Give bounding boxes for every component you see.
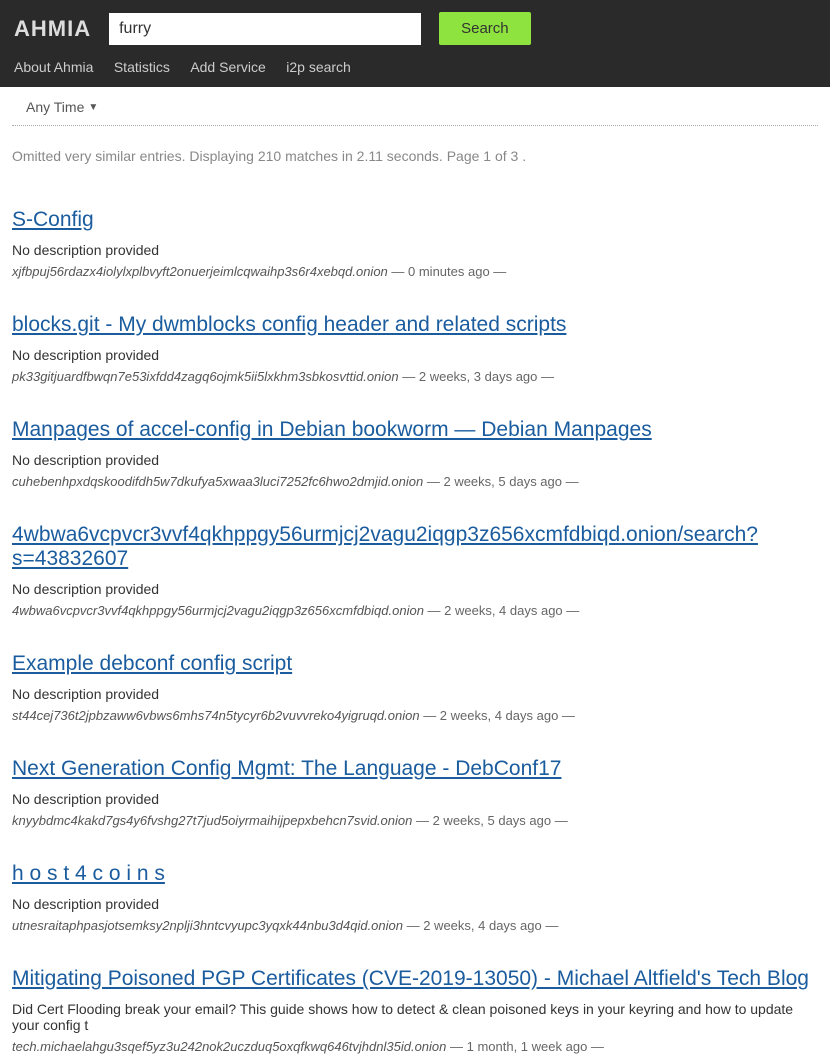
result-description: No description provided — [12, 347, 818, 363]
nav-add-service[interactable]: Add Service — [190, 59, 265, 75]
nav-i2p-search[interactable]: i2p search — [286, 59, 351, 75]
result-description: No description provided — [12, 242, 818, 258]
results-list: S-Config No description provided xjfbpuj56… — [0, 208, 830, 1054]
result-title-link[interactable]: blocks.git - My dwmblocks config header … — [12, 313, 566, 337]
header: AHMIA Search About Ahmia Statistics Add … — [0, 0, 830, 87]
time-filter[interactable]: Any Time ▼ — [26, 99, 98, 115]
result-url: cuhebenhpxdqskoodifdh5w7dkufya5xwaa3luci… — [12, 474, 423, 489]
result-meta: st44cej736t2jpbzaww6vbws6mhs74n5tycyr6b2… — [12, 708, 818, 723]
nav: About Ahmia Statistics Add Service i2p s… — [14, 59, 816, 77]
filter-bar: Any Time ▼ — [12, 87, 818, 126]
result-url: 4wbwa6vcpvcr3vvf4qkhppgy56urmjcj2vagu2iq… — [12, 603, 424, 618]
result-url: st44cej736t2jpbzaww6vbws6mhs74n5tycyr6b2… — [12, 708, 420, 723]
result-description: No description provided — [12, 896, 818, 912]
result-title-link[interactable]: S-Config — [12, 208, 94, 232]
result-url: utnesraitaphpasjotsemksy2nplji3hntcvyupc… — [12, 918, 403, 933]
result-item: Mitigating Poisoned PGP Certificates (CV… — [12, 967, 818, 1054]
header-top: AHMIA Search — [14, 12, 816, 45]
result-title-link[interactable]: Next Generation Config Mgmt: The Languag… — [12, 757, 561, 781]
result-title-link[interactable]: Example debconf config script — [12, 652, 292, 676]
caret-down-icon: ▼ — [88, 102, 98, 113]
result-meta: tech.michaelahgu3sqef5yz3u242nok2uczduq5… — [12, 1039, 818, 1054]
search-button[interactable]: Search — [439, 12, 531, 45]
result-description: Did Cert Flooding break your email? This… — [12, 1001, 818, 1033]
result-title-link[interactable]: h o s t 4 c o i n s — [12, 862, 165, 886]
result-item: Example debconf config script No descript… — [12, 652, 818, 723]
result-timestamp: — 2 weeks, 4 days ago — — [424, 603, 579, 618]
result-url: pk33gitjuardfbwqn7e53ixfdd4zagq6ojmk5ii5… — [12, 369, 399, 384]
nav-statistics[interactable]: Statistics — [114, 59, 170, 75]
status-text: Omitted very similar entries. Displaying… — [0, 126, 830, 174]
result-item: S-Config No description provided xjfbpuj56… — [12, 208, 818, 279]
result-description: No description provided — [12, 581, 818, 597]
result-meta: knyybdmc4kakd7gs4y6fvshg27t7jud5oiyrmaih… — [12, 813, 818, 828]
result-url: xjfbpuj56rdazx4iolylxplbvyft2onuerjeimlc… — [12, 264, 388, 279]
result-meta: xjfbpuj56rdazx4iolylxplbvyft2onuerjeimlc… — [12, 264, 818, 279]
result-url: knyybdmc4kakd7gs4y6fvshg27t7jud5oiyrmaih… — [12, 813, 412, 828]
result-item: Next Generation Config Mgmt: The Languag… — [12, 757, 818, 828]
result-title-link[interactable]: Mitigating Poisoned PGP Certificates (CV… — [12, 967, 809, 991]
result-timestamp: — 2 weeks, 5 days ago — — [412, 813, 567, 828]
result-meta: cuhebenhpxdqskoodifdh5w7dkufya5xwaa3luci… — [12, 474, 818, 489]
result-meta: pk33gitjuardfbwqn7e53ixfdd4zagq6ojmk5ii5… — [12, 369, 818, 384]
result-item: 4wbwa6vcpvcr3vvf4qkhppgy56urmjcj2vagu2iq… — [12, 523, 818, 618]
result-item: h o s t 4 c o i n s No description provid… — [12, 862, 818, 933]
result-item: blocks.git - My dwmblocks config header … — [12, 313, 818, 384]
result-title-link[interactable]: Manpages of accel-config in Debian bookw… — [12, 418, 652, 442]
result-meta: utnesraitaphpasjotsemksy2nplji3hntcvyupc… — [12, 918, 818, 933]
time-filter-label: Any Time — [26, 99, 84, 115]
result-item: Manpages of accel-config in Debian bookw… — [12, 418, 818, 489]
result-timestamp: — 2 weeks, 3 days ago — — [399, 369, 554, 384]
result-description: No description provided — [12, 686, 818, 702]
result-timestamp: — 1 month, 1 week ago — — [446, 1039, 604, 1054]
result-description: No description provided — [12, 452, 818, 468]
result-description: No description provided — [12, 791, 818, 807]
result-timestamp: — 2 weeks, 4 days ago — — [403, 918, 558, 933]
result-meta: 4wbwa6vcpvcr3vvf4qkhppgy56urmjcj2vagu2iq… — [12, 603, 818, 618]
result-url: tech.michaelahgu3sqef5yz3u242nok2uczduq5… — [12, 1039, 446, 1054]
result-timestamp: — 0 minutes ago — — [388, 264, 507, 279]
nav-about[interactable]: About Ahmia — [14, 59, 93, 75]
result-timestamp: — 2 weeks, 5 days ago — — [423, 474, 578, 489]
search-input[interactable] — [109, 13, 421, 45]
logo[interactable]: AHMIA — [14, 16, 91, 42]
result-title-link[interactable]: 4wbwa6vcpvcr3vvf4qkhppgy56urmjcj2vagu2iq… — [12, 523, 818, 571]
result-timestamp: — 2 weeks, 4 days ago — — [420, 708, 575, 723]
